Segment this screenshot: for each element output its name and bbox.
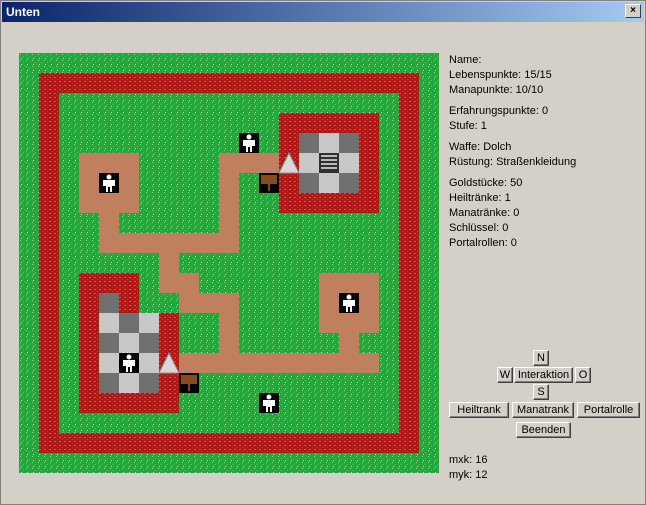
house-northeast	[278, 113, 379, 213]
stat-name: Name:	[449, 54, 482, 66]
move-east-button[interactable]: O	[575, 367, 591, 383]
player-figure-icon[interactable]	[259, 393, 279, 413]
npc-figure-icon[interactable]	[119, 353, 139, 373]
stat-stufe: Stufe: 1	[449, 120, 487, 132]
interaction-button[interactable]: Interaktion	[514, 367, 573, 383]
npc-figure-icon[interactable]	[239, 133, 259, 153]
stat-heiltraenke: Heiltränke: 1	[449, 192, 511, 204]
stat-goldstuecke: Goldstücke: 50	[449, 177, 523, 189]
coordinate-readout: mxk: 16 myk: 12	[449, 453, 488, 483]
close-button[interactable]: ×	[625, 4, 641, 18]
stat-ruestung: Rüstung: Straßenkleidung	[449, 156, 577, 168]
npc-figure-icon[interactable]	[99, 173, 119, 193]
portalrolle-button[interactable]: Portalrolle	[577, 402, 640, 418]
stat-waffe: Waffe: Dolch	[449, 141, 512, 153]
stat-portalrollen: Portalrollen: 0	[449, 237, 517, 249]
move-south-button[interactable]: S	[533, 384, 549, 400]
manatrank-button[interactable]: Manatrank	[512, 402, 574, 418]
heiltrank-button[interactable]: Heiltrank	[449, 402, 509, 418]
coord-myk: myk: 12	[449, 469, 488, 481]
stat-erfahrungspunkte: Erfahrungspunkte: 0	[449, 105, 549, 117]
npc-figure-icon[interactable]	[339, 293, 359, 313]
signpost-icon[interactable]	[259, 173, 279, 193]
stat-manapunkte: Manapunkte: 10/10	[449, 84, 544, 96]
game-window: Unten × Name: Lebenspunkte: 15/15 Manapu…	[0, 0, 646, 505]
stat-schluessel: Schlüssel: 0	[449, 222, 509, 234]
beenden-button[interactable]: Beenden	[516, 422, 571, 438]
title-bar: Unten ×	[2, 2, 644, 22]
stat-manatraenke: Manatränke: 0	[449, 207, 520, 219]
move-north-button[interactable]: N	[533, 350, 549, 366]
move-west-button[interactable]: W	[497, 367, 513, 383]
window-title: Unten	[6, 5, 40, 19]
character-stats: Name: Lebenspunkte: 15/15 Manapunkte: 10…	[449, 53, 576, 251]
stat-lebenspunkte: Lebenspunkte: 15/15	[449, 69, 552, 81]
game-map[interactable]	[19, 53, 439, 473]
signpost-icon[interactable]	[179, 373, 199, 393]
coord-mxk: mxk: 16	[449, 454, 488, 466]
